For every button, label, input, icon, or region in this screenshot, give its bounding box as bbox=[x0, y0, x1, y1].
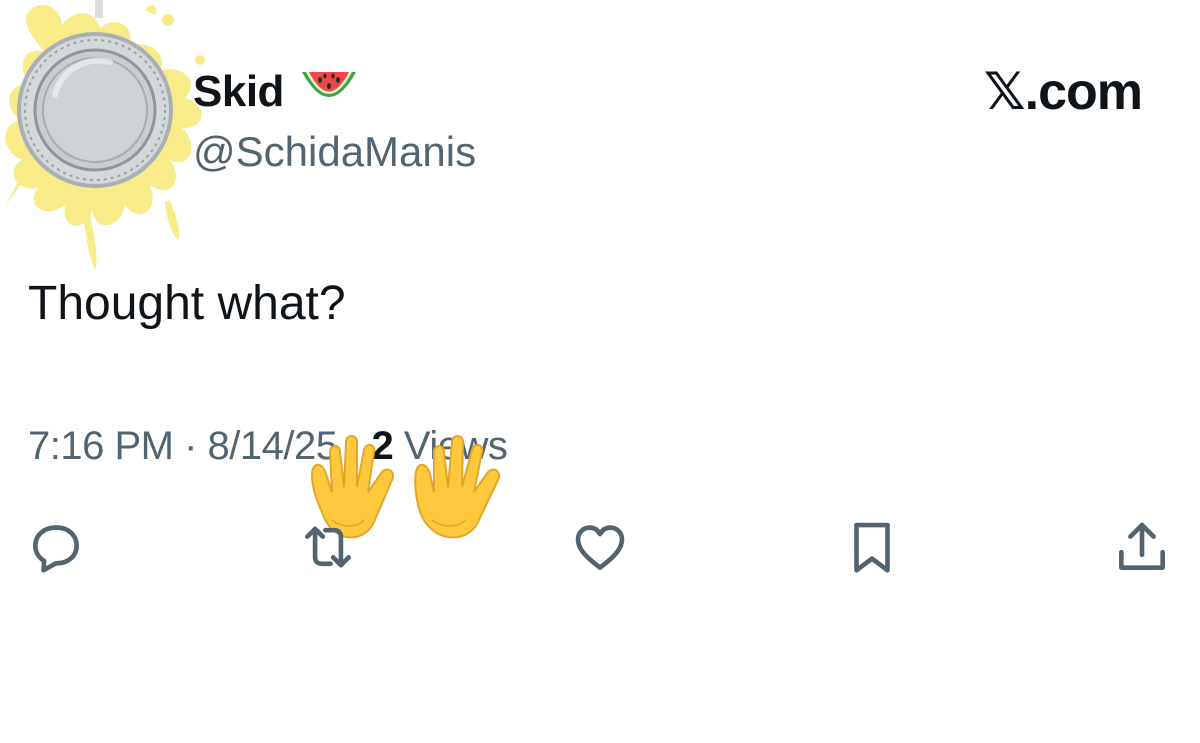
reply-button[interactable] bbox=[24, 515, 88, 579]
like-button[interactable] bbox=[568, 515, 632, 579]
bookmark-button[interactable] bbox=[840, 515, 904, 579]
watermelon-icon bbox=[298, 66, 360, 119]
share-button[interactable] bbox=[1110, 515, 1174, 579]
tweet-card: Skid @SchidaManis 𝕏.com Thought what? 7:… bbox=[0, 0, 1200, 743]
repost-button[interactable] bbox=[296, 515, 360, 579]
author-name-row: Skid bbox=[193, 62, 360, 122]
meta-separator: · bbox=[173, 424, 208, 468]
x-logo-mark: 𝕏.com bbox=[983, 63, 1143, 121]
user-handle[interactable]: @SchidaManis bbox=[193, 125, 476, 179]
display-name[interactable]: Skid bbox=[193, 62, 284, 122]
share-upload-icon bbox=[1119, 522, 1165, 570]
tweet-actions bbox=[0, 515, 1200, 585]
tweet-time[interactable]: 7:16 PM bbox=[28, 424, 174, 468]
speech-bubble-icon bbox=[33, 525, 79, 573]
tweet-text: Thought what? bbox=[28, 277, 346, 330]
bookmark-icon bbox=[854, 522, 890, 573]
heart-icon bbox=[575, 525, 625, 570]
repost-arrows-icon bbox=[305, 526, 351, 568]
